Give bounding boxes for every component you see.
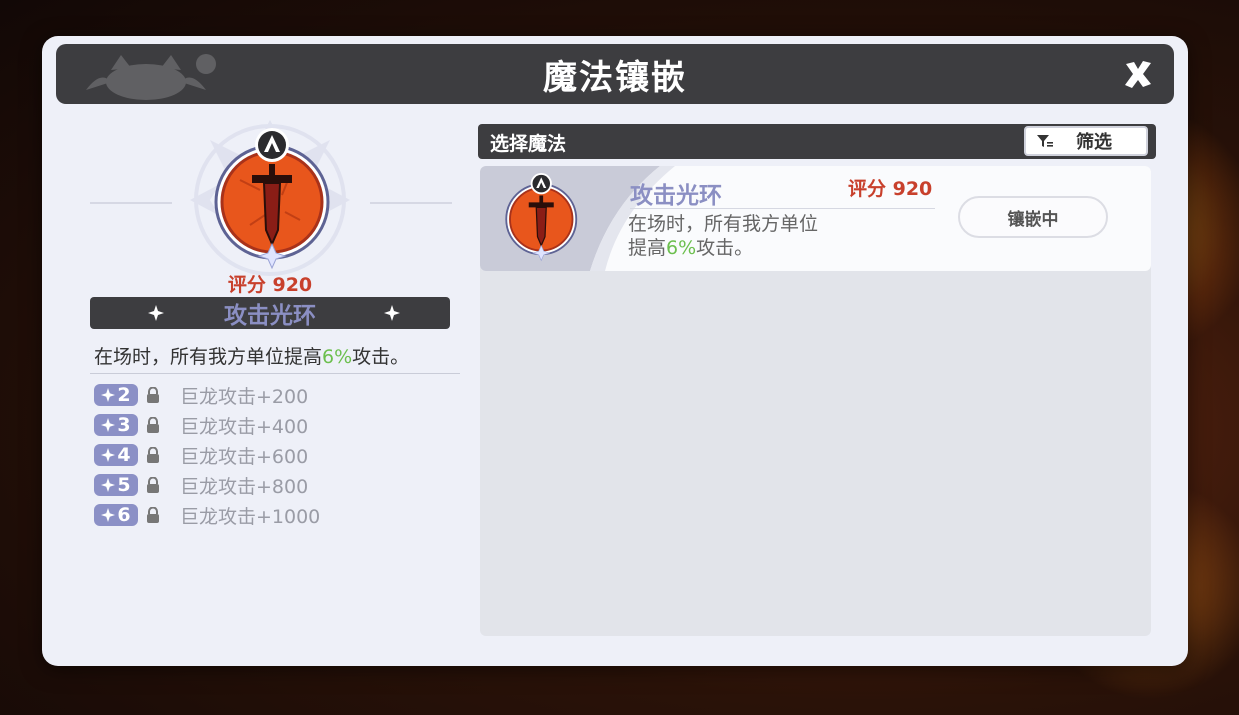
- filter-icon: [1037, 135, 1053, 147]
- selected-magic-panel: 评分 920 攻击光环 在场时，所有我方单位提高6%攻击。 2 巨龙攻击+200: [90, 120, 460, 640]
- bonus-row: 4 巨龙攻击+600: [94, 440, 320, 470]
- card-desc-line2: 提高6%攻击。: [628, 236, 858, 260]
- level-badge: 4: [94, 444, 138, 466]
- card-magic-score: 评分 920: [848, 178, 933, 200]
- sparkle-icon: [101, 508, 116, 522]
- sword-emblem-icon: [505, 173, 578, 262]
- level-number: 3: [117, 414, 131, 436]
- title-bar: 魔法镶嵌: [56, 44, 1174, 104]
- bonus-row: 6 巨龙攻击+1000: [94, 500, 320, 530]
- socketed-button[interactable]: 镶嵌中: [958, 196, 1108, 238]
- bonus-row: 3 巨龙攻击+400: [94, 410, 320, 440]
- magic-score: 评分 920: [227, 274, 313, 296]
- bonus-text: 巨龙攻击+400: [180, 415, 309, 438]
- dialog-title: 魔法镶嵌: [543, 57, 687, 98]
- sword-emblem-icon: [190, 120, 350, 280]
- sparkle-icon: [101, 448, 116, 462]
- level-number: 6: [117, 504, 131, 526]
- lock-icon: [147, 417, 159, 433]
- lock-icon: [147, 477, 159, 493]
- description-percent: 6%: [322, 346, 353, 368]
- description-divider: [90, 373, 460, 374]
- lock-icon: [147, 387, 159, 403]
- bonus-list: 2 巨龙攻击+200 3 巨龙攻击+400 4 巨龙攻击+600 5 巨龙攻击+…: [94, 380, 320, 530]
- divider-left: [90, 202, 172, 204]
- card-description: 在场时，所有我方单位 提高6%攻击。: [628, 212, 858, 260]
- level-badge: 5: [94, 474, 138, 496]
- card-magic-name: 攻击光环: [630, 183, 722, 209]
- filter-button[interactable]: 筛选: [1024, 126, 1148, 156]
- card-desc-prefix: 提高: [628, 237, 667, 259]
- bonus-row: 2 巨龙攻击+200: [94, 380, 320, 410]
- sparkle-icon: [148, 305, 164, 321]
- magic-description: 在场时，所有我方单位提高6%攻击。: [94, 342, 409, 369]
- magic-card[interactable]: 攻击光环 评分 920 在场时，所有我方单位 提高6%攻击。 镶嵌中: [480, 166, 1151, 271]
- lock-icon: [147, 447, 159, 463]
- level-number: 2: [117, 384, 131, 406]
- sparkle-icon: [101, 478, 116, 492]
- level-badge: 3: [94, 414, 138, 436]
- select-magic-header: 选择魔法 筛选: [478, 124, 1156, 159]
- level-badge: 6: [94, 504, 138, 526]
- magic-inlay-dialog: 魔法镶嵌 评分 920 攻击光环 在场时，所有我方单位提高6%攻击。 2 巨龙攻…: [42, 36, 1188, 666]
- magic-name-bar: 攻击光环: [90, 297, 450, 329]
- divider-right: [370, 202, 452, 204]
- sparkle-icon: [101, 418, 116, 432]
- description-text-end: 攻击。: [352, 346, 410, 368]
- level-badge: 2: [94, 384, 138, 406]
- bonus-row: 5 巨龙攻击+800: [94, 470, 320, 500]
- card-desc-suffix: 攻击。: [696, 237, 754, 259]
- level-number: 5: [117, 474, 131, 496]
- sparkle-icon: [101, 388, 116, 402]
- cat-deco-icon: [86, 54, 216, 100]
- magic-list: 攻击光环 评分 920 在场时，所有我方单位 提高6%攻击。 镶嵌中: [480, 166, 1151, 636]
- card-desc-percent: 6%: [666, 237, 697, 259]
- magic-name: 攻击光环: [224, 303, 316, 329]
- lock-icon: [147, 507, 159, 523]
- close-icon[interactable]: [1120, 56, 1156, 92]
- bonus-text: 巨龙攻击+200: [180, 385, 309, 408]
- card-desc-line1: 在场时，所有我方单位: [628, 213, 819, 235]
- bonus-text: 巨龙攻击+600: [180, 445, 309, 468]
- bonus-text: 巨龙攻击+1000: [180, 505, 321, 528]
- card-divider: [630, 208, 935, 209]
- bonus-text: 巨龙攻击+800: [180, 475, 309, 498]
- filter-label: 筛选: [1076, 132, 1112, 153]
- select-magic-label: 选择魔法: [490, 133, 567, 155]
- level-number: 4: [117, 444, 131, 466]
- sparkle-icon: [384, 305, 400, 321]
- description-text: 在场时，所有我方单位提高: [94, 346, 323, 368]
